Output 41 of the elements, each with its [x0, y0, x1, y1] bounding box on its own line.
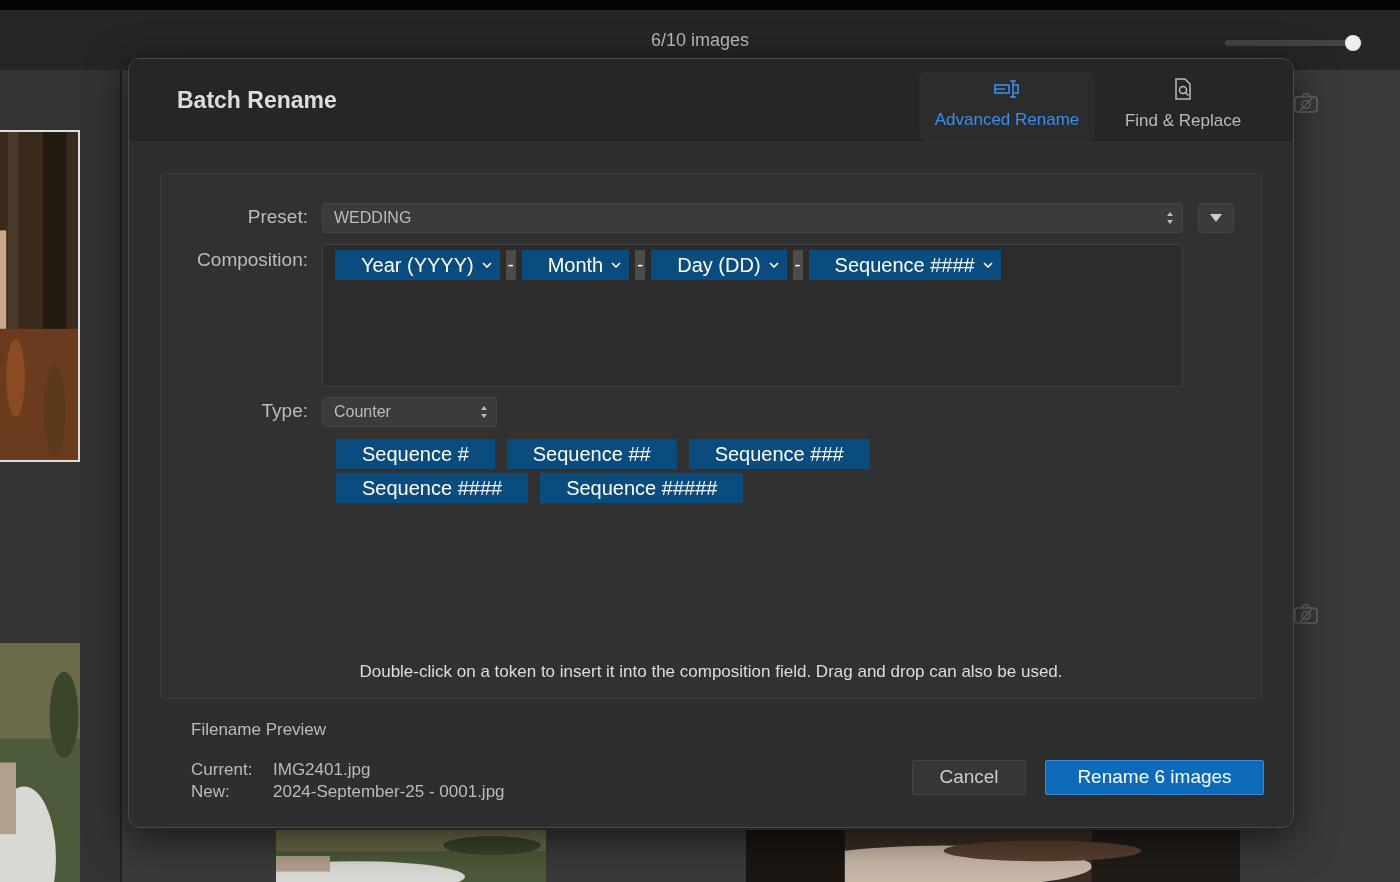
token[interactable]: Sequence ####	[808, 250, 1001, 280]
preview-value: IMG2401.jpg	[273, 758, 371, 781]
field-label: Preset:	[246, 205, 309, 229]
cancel-button[interactable]: Cancel	[912, 759, 1026, 795]
separator-token[interactable]: -	[792, 250, 803, 280]
caret-icon	[1210, 214, 1222, 222]
token[interactable]: Day (DD)	[651, 250, 787, 280]
token[interactable]: Sequence ###	[688, 439, 870, 469]
preview-label: Current:	[191, 758, 254, 781]
token[interactable]: Sequence ####	[336, 473, 529, 503]
chevron-icon	[982, 262, 993, 268]
composition-field[interactable]: Year (YYYY) - Month - Day (DD) - Sequence ####	[322, 244, 1183, 387]
dropdown-button[interactable]	[1198, 203, 1234, 233]
tab[interactable]: Find & Replace	[1095, 71, 1271, 141]
chevron-icon	[611, 262, 622, 268]
token[interactable]: Sequence #	[336, 439, 495, 469]
separator-token[interactable]: -	[635, 250, 646, 280]
find-document-icon	[1173, 78, 1193, 101]
dialog-title: Batch Rename	[177, 85, 338, 115]
field-label: Composition:	[196, 248, 309, 272]
token[interactable]: Month	[521, 250, 630, 280]
tab[interactable]: Advanced Rename	[919, 71, 1095, 141]
stepper-icon	[480, 404, 488, 420]
token[interactable]: Sequence #####	[540, 473, 744, 503]
preview-title: Filename Preview	[191, 719, 328, 741]
rename-icon	[994, 79, 1020, 100]
preset-select[interactable]: WEDDING	[322, 203, 1183, 233]
rename-button[interactable]: Rename 6 images	[1045, 759, 1264, 795]
slider-thumb[interactable]	[1345, 35, 1362, 51]
preview-value: 2024-September-25 - 0001.jpg	[273, 780, 505, 803]
token[interactable]: Year (YYYY)	[335, 250, 500, 280]
type-select[interactable]: Counter	[322, 397, 497, 427]
separator-token[interactable]: -	[505, 250, 516, 280]
preview-label: New:	[191, 780, 231, 803]
chevron-icon	[768, 262, 779, 268]
stepper-icon	[1166, 210, 1174, 226]
field-label: Type:	[260, 399, 309, 423]
chevron-icon	[481, 262, 492, 268]
token[interactable]: Sequence ##	[506, 439, 677, 469]
toolbar-title: 6/10 images	[650, 28, 750, 52]
hint-text: Double-click on a token to insert it into the composition field. Drag and drop can also be used.	[358, 660, 1064, 683]
